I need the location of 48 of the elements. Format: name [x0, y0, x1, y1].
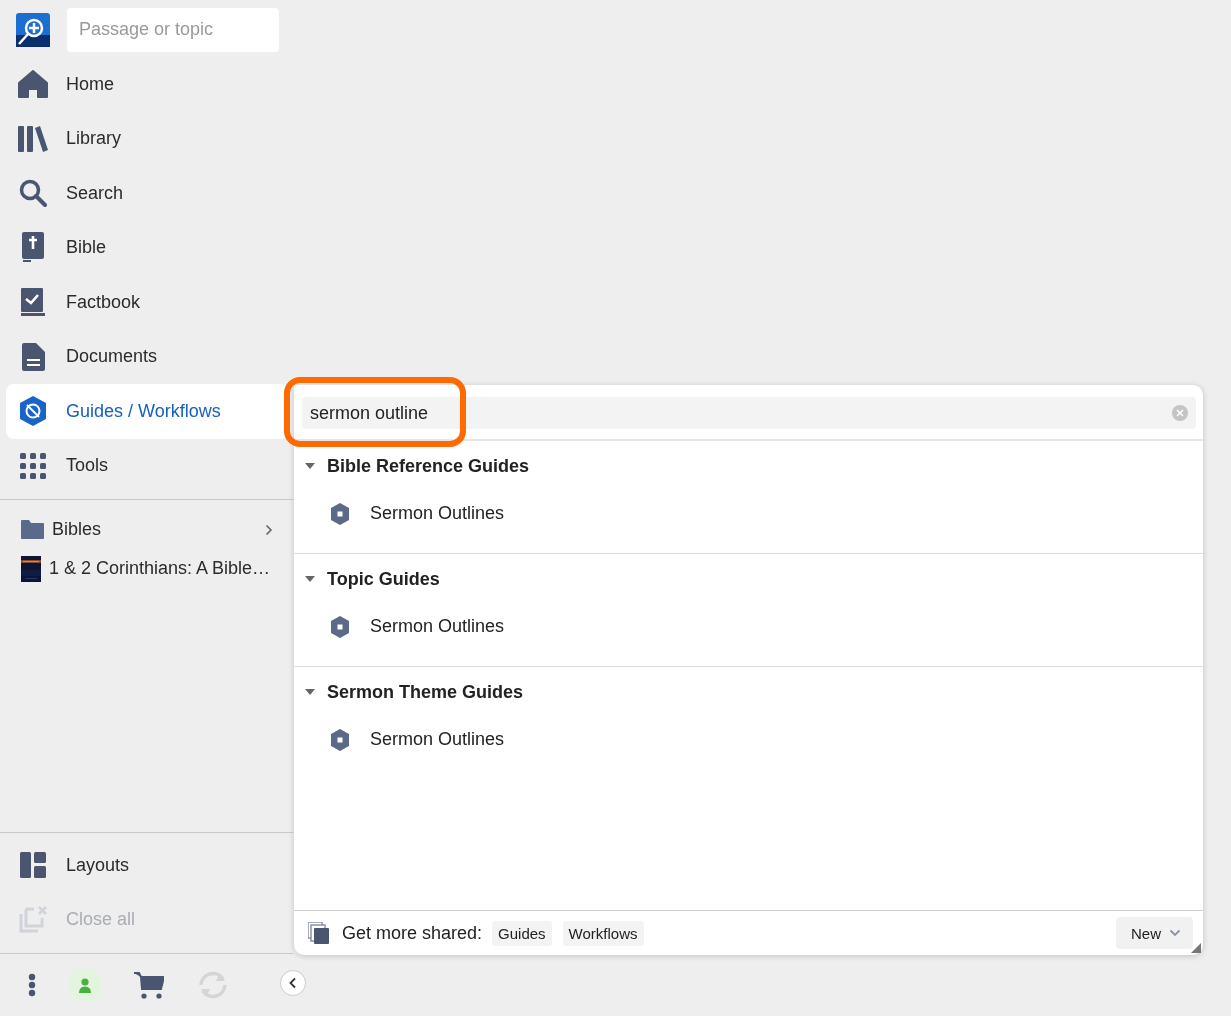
nav-item[interactable]: Library	[6, 111, 290, 166]
guide-result[interactable]: Sermon Outlines	[370, 729, 505, 750]
new-button[interactable]: New	[1116, 917, 1193, 949]
passage-search-field[interactable]: Passage or topic	[67, 7, 279, 52]
guide-hexagon-icon	[331, 615, 349, 638]
document-icon	[21, 342, 45, 371]
stacked-pages-icon	[308, 922, 330, 944]
grid-icon	[19, 451, 47, 480]
collapse-triangle-icon[interactable]	[305, 574, 315, 584]
book-title[interactable]: 1 & 2 Corinthians: A Bible…	[49, 558, 273, 579]
nav-item[interactable]: Home	[6, 57, 290, 112]
guide-hexagon-icon	[331, 502, 349, 525]
layout-icon	[20, 852, 46, 879]
search-icon	[19, 179, 47, 208]
home-icon	[18, 70, 48, 99]
group-heading[interactable]: Topic Guides	[327, 568, 440, 590]
chevron-down-icon	[1169, 929, 1181, 937]
guide-hexagon-icon	[20, 396, 46, 427]
collapse-button[interactable]	[280, 970, 306, 996]
guide-result[interactable]: Sermon Outlines	[370, 616, 505, 637]
footer-label: Get more shared:	[342, 922, 483, 944]
checked-book-icon	[21, 288, 45, 317]
shared-link[interactable]: Guides	[492, 920, 552, 946]
more-icon[interactable]	[28, 973, 36, 997]
close-windows-icon	[18, 905, 48, 934]
nav-item[interactable]: Search	[6, 166, 290, 221]
group-heading[interactable]: Bible Reference Guides	[327, 455, 530, 477]
guide-result[interactable]: Sermon Outlines	[370, 503, 505, 524]
group-heading[interactable]: Sermon Theme Guides	[327, 681, 524, 703]
guide-hexagon-icon	[331, 728, 349, 751]
books-icon	[18, 125, 48, 152]
folder-icon	[21, 520, 44, 539]
cart-icon[interactable]	[134, 971, 164, 999]
nav-item[interactable]: Factbook	[6, 275, 290, 330]
guide-search-field[interactable]: sermon outline	[302, 397, 1196, 429]
bible-icon	[22, 232, 44, 264]
shared-link[interactable]: Workflows	[562, 920, 644, 946]
collapse-triangle-icon[interactable]	[305, 461, 315, 471]
nav-item[interactable]: Bible	[6, 220, 290, 275]
folder-label[interactable]: Bibles	[52, 519, 257, 540]
nav-item[interactable]: Documents	[6, 329, 290, 384]
chevron-right-icon[interactable]	[265, 523, 273, 536]
chevron-left-icon	[289, 977, 297, 989]
app-logo-icon[interactable]	[16, 12, 50, 47]
collapse-triangle-icon[interactable]	[305, 687, 315, 697]
resize-grip-icon[interactable]	[1191, 943, 1201, 953]
nav-item[interactable]: Tools	[6, 438, 290, 493]
nav-item[interactable]: Layouts	[6, 838, 290, 893]
